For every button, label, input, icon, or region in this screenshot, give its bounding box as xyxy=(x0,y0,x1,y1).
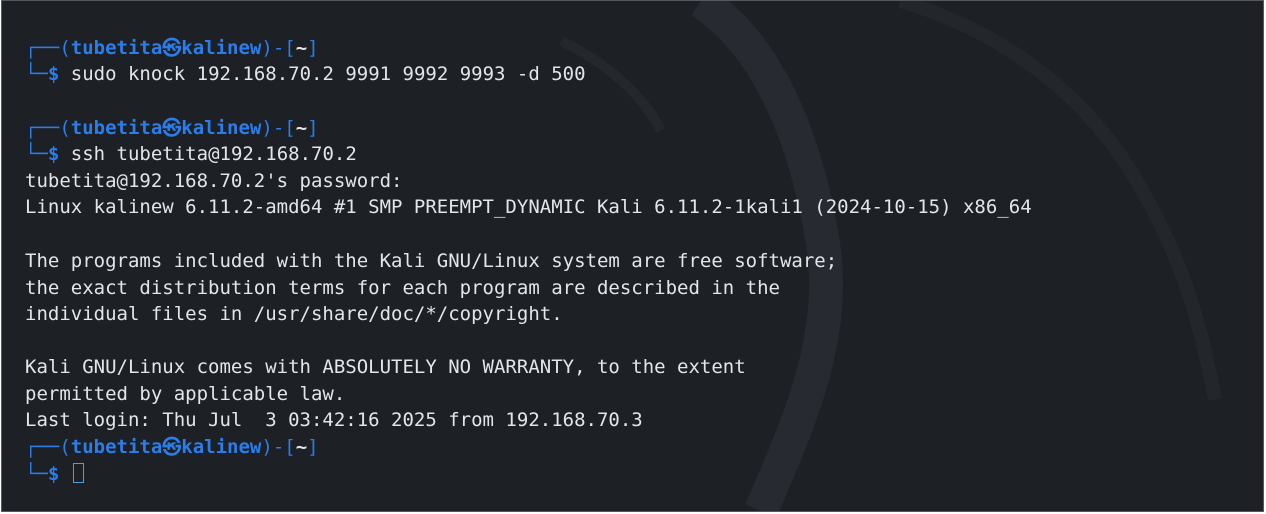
output-motd-line: individual files in /usr/share/doc/*/cop… xyxy=(25,303,563,325)
text-cursor[interactable] xyxy=(72,463,84,483)
prompt-host: kalinew xyxy=(181,117,262,139)
prompt-user: tubetita xyxy=(70,37,163,59)
active-command-line[interactable]: └─$ xyxy=(25,461,84,487)
prompt-user: tubetita xyxy=(70,436,163,458)
prompt-path: ~ xyxy=(295,436,308,458)
prompt-host: kalinew xyxy=(181,436,262,458)
kali-skull-icon: ㉿ xyxy=(162,436,182,458)
kali-skull-icon: ㉿ xyxy=(162,37,182,59)
prompt-path: ~ xyxy=(295,37,308,59)
output-motd-line: permitted by applicable law. xyxy=(25,383,346,405)
prompt-path: ~ xyxy=(295,117,308,139)
output-motd-line: the exact distribution terms for each pr… xyxy=(25,277,780,299)
command-text: sudo knock 192.168.70.2 9991 9992 9993 -… xyxy=(70,63,586,85)
output-uname: Linux kalinew 6.11.2-amd64 #1 SMP PREEMP… xyxy=(25,196,1032,218)
prompt-host: kalinew xyxy=(181,37,262,59)
prompt-user: tubetita xyxy=(70,117,163,139)
prompt-header: ┌──(tubetita㉿kalinew)-[~] xyxy=(25,37,319,59)
kali-skull-icon: ㉿ xyxy=(162,117,182,139)
command-line: └─$ sudo knock 192.168.70.2 9991 9992 99… xyxy=(25,63,586,85)
output-motd-line: The programs included with the Kali GNU/… xyxy=(25,250,838,272)
output-password-prompt: tubetita@192.168.70.2's password: xyxy=(25,170,403,192)
prompt-dollar: $ xyxy=(47,463,60,485)
prompt-header: ┌──(tubetita㉿kalinew)-[~] xyxy=(25,117,319,139)
command-line: └─$ ssh tubetita@192.168.70.2 xyxy=(25,143,357,165)
terminal-window[interactable]: ┌──(tubetita㉿kalinew)-[~] └─$ sudo knock… xyxy=(1,0,1264,512)
prompt-dollar: $ xyxy=(47,143,60,165)
prompt-dollar: $ xyxy=(47,63,60,85)
prompt-header: ┌──(tubetita㉿kalinew)-[~] xyxy=(25,436,319,458)
output-last-login: Last login: Thu Jul 3 03:42:16 2025 from… xyxy=(25,409,643,431)
command-text: ssh tubetita@192.168.70.2 xyxy=(70,143,357,165)
output-motd-line: Kali GNU/Linux comes with ABSOLUTELY NO … xyxy=(25,356,746,378)
